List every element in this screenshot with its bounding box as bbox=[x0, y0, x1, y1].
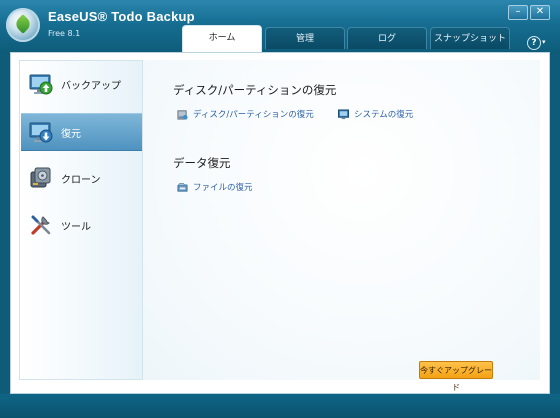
close-button[interactable]: ✕ bbox=[530, 5, 550, 20]
app-title: EaseUS® Todo Backup bbox=[48, 9, 195, 24]
backup-monitor-icon bbox=[29, 74, 53, 95]
tab-snapshot[interactable]: スナップショット bbox=[430, 27, 510, 49]
sidebar-item-restore[interactable]: 復元 bbox=[21, 113, 142, 151]
sidebar-item-backup[interactable]: バックアップ bbox=[21, 66, 142, 102]
tab-log[interactable]: ログ bbox=[347, 27, 427, 49]
disk-restore-section-title: ディスク/パーティションの復元 bbox=[173, 83, 337, 97]
minimize-button[interactable]: – bbox=[508, 5, 528, 20]
help-icon: ? bbox=[527, 36, 541, 50]
tab-manage[interactable]: 管理 bbox=[265, 27, 345, 49]
system-restore-link[interactable]: システムの復元 bbox=[338, 108, 413, 120]
sidebar-item-clone[interactable]: クローン bbox=[21, 160, 142, 196]
content-panel: ディスク/パーティションの復元 ディスク/パーティションの復元 システムの復元 … bbox=[143, 60, 540, 392]
title-bar: EaseUS® Todo Backup Free 8.1 – ✕ ホーム 管理 … bbox=[0, 0, 560, 52]
clone-disk-icon bbox=[30, 167, 51, 188]
disk-restore-icon bbox=[177, 109, 188, 120]
main-frame: バックアップ 復元 クローン ツール ディスク/パーティションの復元 ディスク/… bbox=[10, 52, 550, 394]
chevron-down-icon: ▾ bbox=[542, 38, 546, 46]
file-restore-icon bbox=[177, 182, 188, 192]
sidebar-item-label: ツール bbox=[61, 222, 91, 233]
file-restore-link[interactable]: ファイルの復元 bbox=[177, 181, 253, 193]
sidebar-item-label: 復元 bbox=[61, 129, 81, 140]
help-button[interactable]: ? ▾ bbox=[527, 35, 547, 50]
sidebar-item-label: クローン bbox=[61, 175, 101, 186]
bottom-bar bbox=[0, 394, 560, 418]
upgrade-now-button[interactable]: 今すぐアップグレード bbox=[419, 361, 493, 392]
tools-icon bbox=[31, 215, 51, 235]
sidebar: バックアップ 復元 クローン ツール bbox=[19, 60, 143, 380]
restore-monitor-icon bbox=[29, 122, 53, 143]
app-version: Free 8.1 bbox=[48, 29, 81, 38]
system-restore-icon bbox=[338, 108, 349, 119]
tab-home[interactable]: ホーム bbox=[182, 25, 262, 52]
data-restore-section-title: データ復元 bbox=[173, 156, 231, 170]
easeus-logo-icon bbox=[6, 8, 40, 42]
app-window: EaseUS® Todo Backup Free 8.1 – ✕ ホーム 管理 … bbox=[0, 0, 560, 418]
sidebar-item-tools[interactable]: ツール bbox=[21, 207, 142, 243]
disk-partition-restore-link[interactable]: ディスク/パーティションの復元 bbox=[177, 108, 314, 120]
sidebar-item-label: バックアップ bbox=[61, 81, 121, 92]
